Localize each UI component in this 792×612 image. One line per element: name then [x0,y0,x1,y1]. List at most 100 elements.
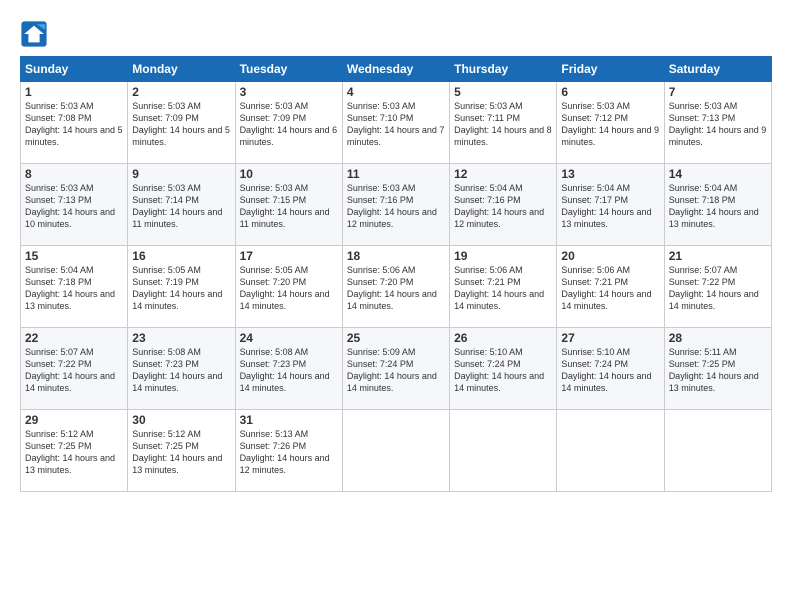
day-number: 2 [132,85,230,99]
day-number: 28 [669,331,767,345]
day-number: 4 [347,85,445,99]
day-number: 26 [454,331,552,345]
cell-info: Sunrise: 5:04 AMSunset: 7:17 PMDaylight:… [561,182,659,231]
day-number: 11 [347,167,445,181]
week-row-3: 15Sunrise: 5:04 AMSunset: 7:18 PMDayligh… [21,246,772,328]
day-cell-9: 9Sunrise: 5:03 AMSunset: 7:14 PMDaylight… [128,164,235,246]
day-number: 15 [25,249,123,263]
cell-info: Sunrise: 5:06 AMSunset: 7:20 PMDaylight:… [347,264,445,313]
day-number: 24 [240,331,338,345]
day-cell-18: 18Sunrise: 5:06 AMSunset: 7:20 PMDayligh… [342,246,449,328]
cell-info: Sunrise: 5:07 AMSunset: 7:22 PMDaylight:… [25,346,123,395]
empty-cell [450,410,557,492]
cell-info: Sunrise: 5:09 AMSunset: 7:24 PMDaylight:… [347,346,445,395]
cell-info: Sunrise: 5:03 AMSunset: 7:08 PMDaylight:… [25,100,123,149]
cell-info: Sunrise: 5:05 AMSunset: 7:19 PMDaylight:… [132,264,230,313]
day-cell-26: 26Sunrise: 5:10 AMSunset: 7:24 PMDayligh… [450,328,557,410]
col-header-saturday: Saturday [664,57,771,82]
day-number: 27 [561,331,659,345]
day-number: 1 [25,85,123,99]
cell-info: Sunrise: 5:03 AMSunset: 7:14 PMDaylight:… [132,182,230,231]
day-number: 31 [240,413,338,427]
cell-info: Sunrise: 5:06 AMSunset: 7:21 PMDaylight:… [561,264,659,313]
day-cell-27: 27Sunrise: 5:10 AMSunset: 7:24 PMDayligh… [557,328,664,410]
empty-cell [342,410,449,492]
col-header-friday: Friday [557,57,664,82]
day-number: 22 [25,331,123,345]
day-cell-11: 11Sunrise: 5:03 AMSunset: 7:16 PMDayligh… [342,164,449,246]
cell-info: Sunrise: 5:05 AMSunset: 7:20 PMDaylight:… [240,264,338,313]
day-number: 21 [669,249,767,263]
week-row-4: 22Sunrise: 5:07 AMSunset: 7:22 PMDayligh… [21,328,772,410]
col-header-tuesday: Tuesday [235,57,342,82]
day-cell-29: 29Sunrise: 5:12 AMSunset: 7:25 PMDayligh… [21,410,128,492]
day-cell-14: 14Sunrise: 5:04 AMSunset: 7:18 PMDayligh… [664,164,771,246]
cell-info: Sunrise: 5:03 AMSunset: 7:12 PMDaylight:… [561,100,659,149]
col-header-wednesday: Wednesday [342,57,449,82]
week-row-2: 8Sunrise: 5:03 AMSunset: 7:13 PMDaylight… [21,164,772,246]
day-number: 14 [669,167,767,181]
cell-info: Sunrise: 5:12 AMSunset: 7:25 PMDaylight:… [25,428,123,477]
day-number: 20 [561,249,659,263]
header [20,16,772,48]
day-cell-6: 6Sunrise: 5:03 AMSunset: 7:12 PMDaylight… [557,82,664,164]
logo-icon [20,20,48,48]
day-cell-19: 19Sunrise: 5:06 AMSunset: 7:21 PMDayligh… [450,246,557,328]
empty-cell [664,410,771,492]
day-cell-2: 2Sunrise: 5:03 AMSunset: 7:09 PMDaylight… [128,82,235,164]
day-cell-12: 12Sunrise: 5:04 AMSunset: 7:16 PMDayligh… [450,164,557,246]
day-number: 29 [25,413,123,427]
cell-info: Sunrise: 5:03 AMSunset: 7:15 PMDaylight:… [240,182,338,231]
day-cell-21: 21Sunrise: 5:07 AMSunset: 7:22 PMDayligh… [664,246,771,328]
day-number: 25 [347,331,445,345]
day-cell-31: 31Sunrise: 5:13 AMSunset: 7:26 PMDayligh… [235,410,342,492]
cell-info: Sunrise: 5:08 AMSunset: 7:23 PMDaylight:… [240,346,338,395]
day-number: 19 [454,249,552,263]
day-number: 18 [347,249,445,263]
cell-info: Sunrise: 5:11 AMSunset: 7:25 PMDaylight:… [669,346,767,395]
cell-info: Sunrise: 5:10 AMSunset: 7:24 PMDaylight:… [561,346,659,395]
day-cell-10: 10Sunrise: 5:03 AMSunset: 7:15 PMDayligh… [235,164,342,246]
day-number: 7 [669,85,767,99]
cell-info: Sunrise: 5:08 AMSunset: 7:23 PMDaylight:… [132,346,230,395]
day-cell-5: 5Sunrise: 5:03 AMSunset: 7:11 PMDaylight… [450,82,557,164]
empty-cell [557,410,664,492]
cell-info: Sunrise: 5:04 AMSunset: 7:16 PMDaylight:… [454,182,552,231]
day-cell-24: 24Sunrise: 5:08 AMSunset: 7:23 PMDayligh… [235,328,342,410]
day-cell-7: 7Sunrise: 5:03 AMSunset: 7:13 PMDaylight… [664,82,771,164]
day-cell-20: 20Sunrise: 5:06 AMSunset: 7:21 PMDayligh… [557,246,664,328]
day-number: 5 [454,85,552,99]
day-number: 10 [240,167,338,181]
logo [20,20,50,48]
cell-info: Sunrise: 5:06 AMSunset: 7:21 PMDaylight:… [454,264,552,313]
cell-info: Sunrise: 5:03 AMSunset: 7:16 PMDaylight:… [347,182,445,231]
calendar-header-row: SundayMondayTuesdayWednesdayThursdayFrid… [21,57,772,82]
day-number: 9 [132,167,230,181]
day-number: 13 [561,167,659,181]
week-row-1: 1Sunrise: 5:03 AMSunset: 7:08 PMDaylight… [21,82,772,164]
cell-info: Sunrise: 5:13 AMSunset: 7:26 PMDaylight:… [240,428,338,477]
day-cell-8: 8Sunrise: 5:03 AMSunset: 7:13 PMDaylight… [21,164,128,246]
cell-info: Sunrise: 5:03 AMSunset: 7:09 PMDaylight:… [240,100,338,149]
day-number: 12 [454,167,552,181]
day-number: 23 [132,331,230,345]
col-header-thursday: Thursday [450,57,557,82]
day-cell-22: 22Sunrise: 5:07 AMSunset: 7:22 PMDayligh… [21,328,128,410]
calendar: SundayMondayTuesdayWednesdayThursdayFrid… [20,56,772,492]
day-number: 16 [132,249,230,263]
cell-info: Sunrise: 5:04 AMSunset: 7:18 PMDaylight:… [25,264,123,313]
day-cell-13: 13Sunrise: 5:04 AMSunset: 7:17 PMDayligh… [557,164,664,246]
cell-info: Sunrise: 5:07 AMSunset: 7:22 PMDaylight:… [669,264,767,313]
day-number: 6 [561,85,659,99]
cell-info: Sunrise: 5:10 AMSunset: 7:24 PMDaylight:… [454,346,552,395]
day-cell-15: 15Sunrise: 5:04 AMSunset: 7:18 PMDayligh… [21,246,128,328]
day-cell-4: 4Sunrise: 5:03 AMSunset: 7:10 PMDaylight… [342,82,449,164]
cell-info: Sunrise: 5:03 AMSunset: 7:11 PMDaylight:… [454,100,552,149]
day-cell-3: 3Sunrise: 5:03 AMSunset: 7:09 PMDaylight… [235,82,342,164]
cell-info: Sunrise: 5:04 AMSunset: 7:18 PMDaylight:… [669,182,767,231]
cell-info: Sunrise: 5:03 AMSunset: 7:13 PMDaylight:… [25,182,123,231]
cell-info: Sunrise: 5:03 AMSunset: 7:09 PMDaylight:… [132,100,230,149]
cell-info: Sunrise: 5:12 AMSunset: 7:25 PMDaylight:… [132,428,230,477]
day-number: 3 [240,85,338,99]
day-number: 8 [25,167,123,181]
